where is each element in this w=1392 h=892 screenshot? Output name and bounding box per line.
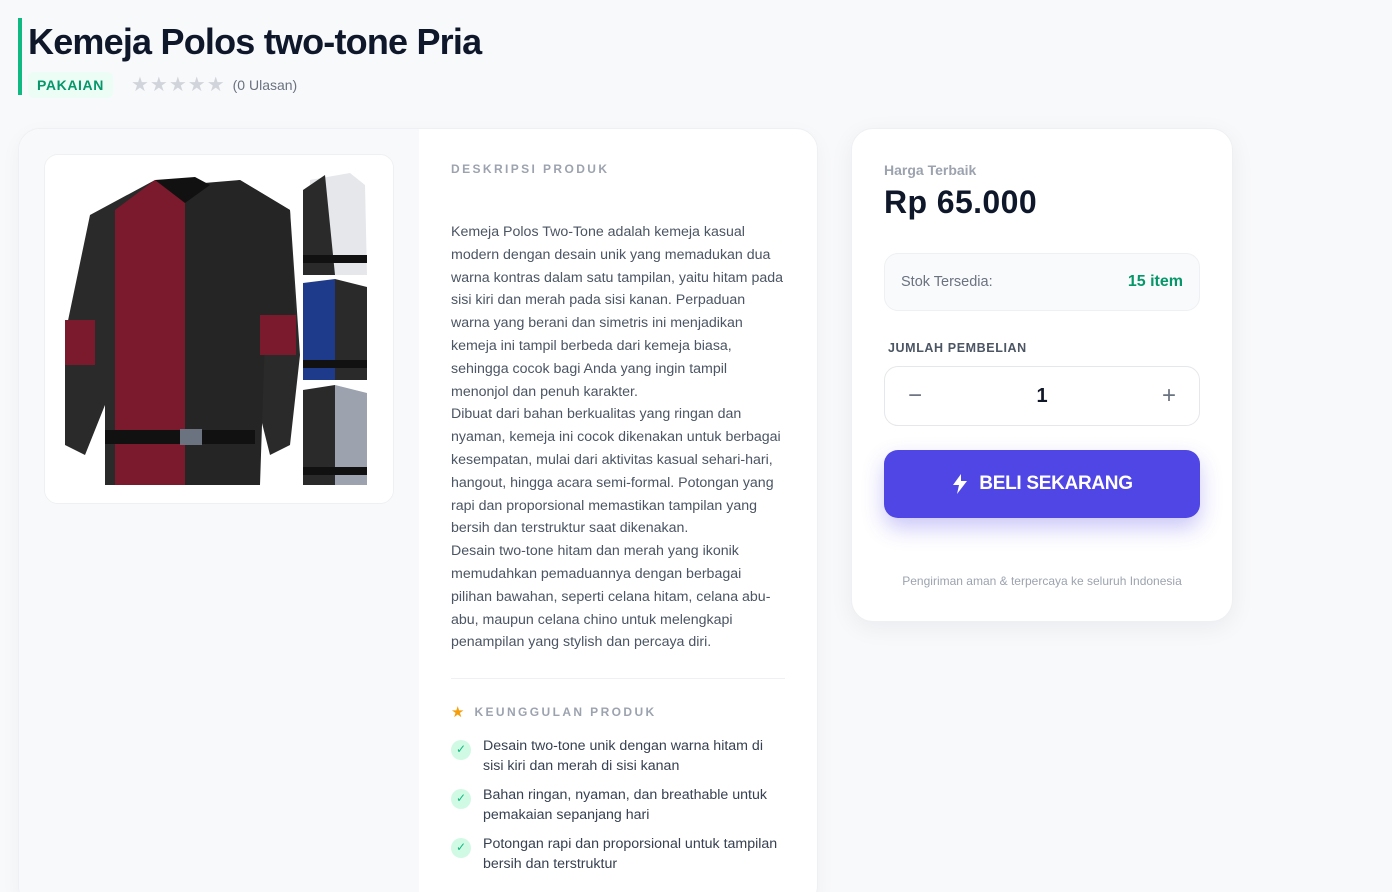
price-value: Rp 65.000 <box>884 184 1038 220</box>
star-icon: ★ <box>149 74 168 96</box>
shipping-note: Pengiriman aman & terpercaya ke seluruh … <box>902 574 1182 588</box>
price-label: Harga Terbaik <box>884 162 977 178</box>
divider <box>451 678 785 680</box>
list-item: ✓ Potongan rapi dan proporsional untuk t… <box>451 835 785 874</box>
star-icon: ★ <box>168 74 187 96</box>
stock-box: Stok Tersedia: 15 item <box>884 253 1200 311</box>
lightning-icon <box>951 474 969 494</box>
stock-label: Stok Tersedia: <box>901 274 993 290</box>
quantity-stepper: − 1 + <box>884 366 1200 426</box>
description-text: Kemeja Polos Two-Tone adalah kemeja kasu… <box>451 224 784 651</box>
check-icon: ✓ <box>451 740 471 761</box>
product-meta: PAKAIAN ★ ★ ★ ★ ★ (0 Ulasan) <box>28 72 481 98</box>
star-icon: ★ <box>187 74 206 96</box>
buy-now-button[interactable]: BELI SEKARANG <box>884 450 1200 518</box>
product-detail-card: DESKRIPSI PRODUK Kemeja Polos Two-Tone a… <box>18 128 818 892</box>
feature-text: Potongan rapi dan proporsional untuk tam… <box>483 836 778 872</box>
feature-text: Desain two-tone unik dengan warna hitam … <box>483 738 763 774</box>
buy-now-label: BELI SEKARANG <box>979 473 1133 494</box>
minus-icon[interactable]: − <box>903 384 927 408</box>
check-icon: ✓ <box>451 789 471 810</box>
features-header: ★ KEUNGGULAN PRODUK <box>451 703 785 721</box>
rating-stars: ★ ★ ★ ★ ★ <box>131 75 225 95</box>
list-item: ✓ Bahan ringan, nyaman, dan breathable u… <box>451 786 785 825</box>
quantity-value[interactable]: 1 <box>1036 385 1047 408</box>
plus-icon[interactable]: + <box>1157 384 1181 408</box>
list-item: ✓ Desain two-tone unik dengan warna hita… <box>451 737 785 776</box>
purchase-card: Harga Terbaik Rp 65.000 Stok Tersedia: 1… <box>851 128 1233 622</box>
star-icon: ★ <box>451 704 465 722</box>
category-badge[interactable]: PAKAIAN <box>28 72 113 98</box>
check-icon: ✓ <box>451 838 471 859</box>
image-column <box>19 129 419 892</box>
review-count[interactable]: (0 Ulasan) <box>233 77 298 93</box>
features-list: ✓ Desain two-tone unik dengan warna hita… <box>451 737 785 874</box>
product-header: Kemeja Polos two-tone Pria PAKAIAN ★ ★ ★… <box>18 18 482 98</box>
stock-value: 15 item <box>1127 273 1183 290</box>
star-icon: ★ <box>206 74 225 96</box>
description-label: DESKRIPSI PRODUK <box>451 162 610 176</box>
product-photo <box>45 155 393 503</box>
product-title: Kemeja Polos two-tone Pria <box>28 21 482 62</box>
features-label: KEUNGGULAN PRODUK <box>474 705 657 720</box>
quantity-label: JUMLAH PEMBELIAN <box>888 341 1027 355</box>
product-image[interactable] <box>44 154 394 504</box>
star-icon: ★ <box>130 74 149 96</box>
description-column: DESKRIPSI PRODUK Kemeja Polos Two-Tone a… <box>419 129 817 892</box>
feature-text: Bahan ringan, nyaman, dan breathable unt… <box>483 787 767 823</box>
